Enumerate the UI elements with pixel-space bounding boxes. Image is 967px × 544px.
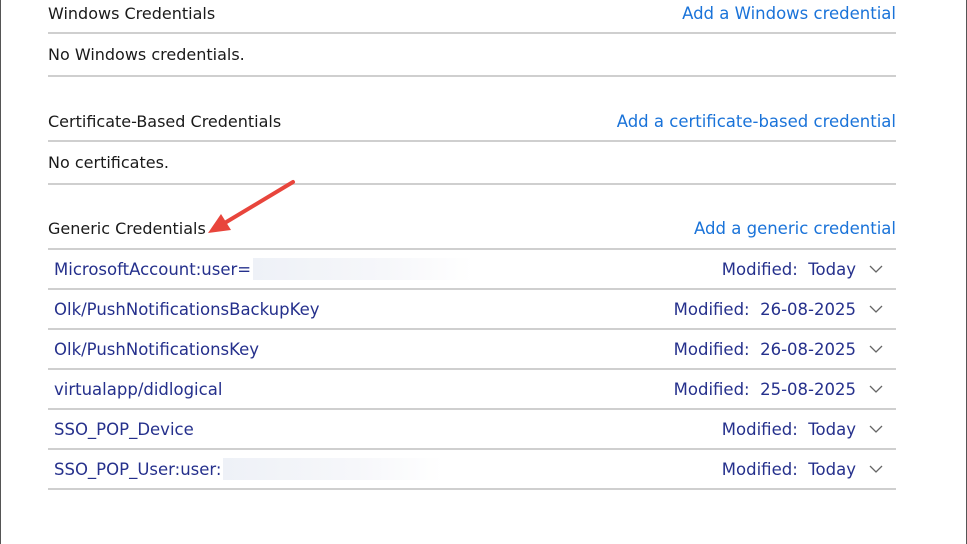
red-arrow-annotation [208,180,295,233]
